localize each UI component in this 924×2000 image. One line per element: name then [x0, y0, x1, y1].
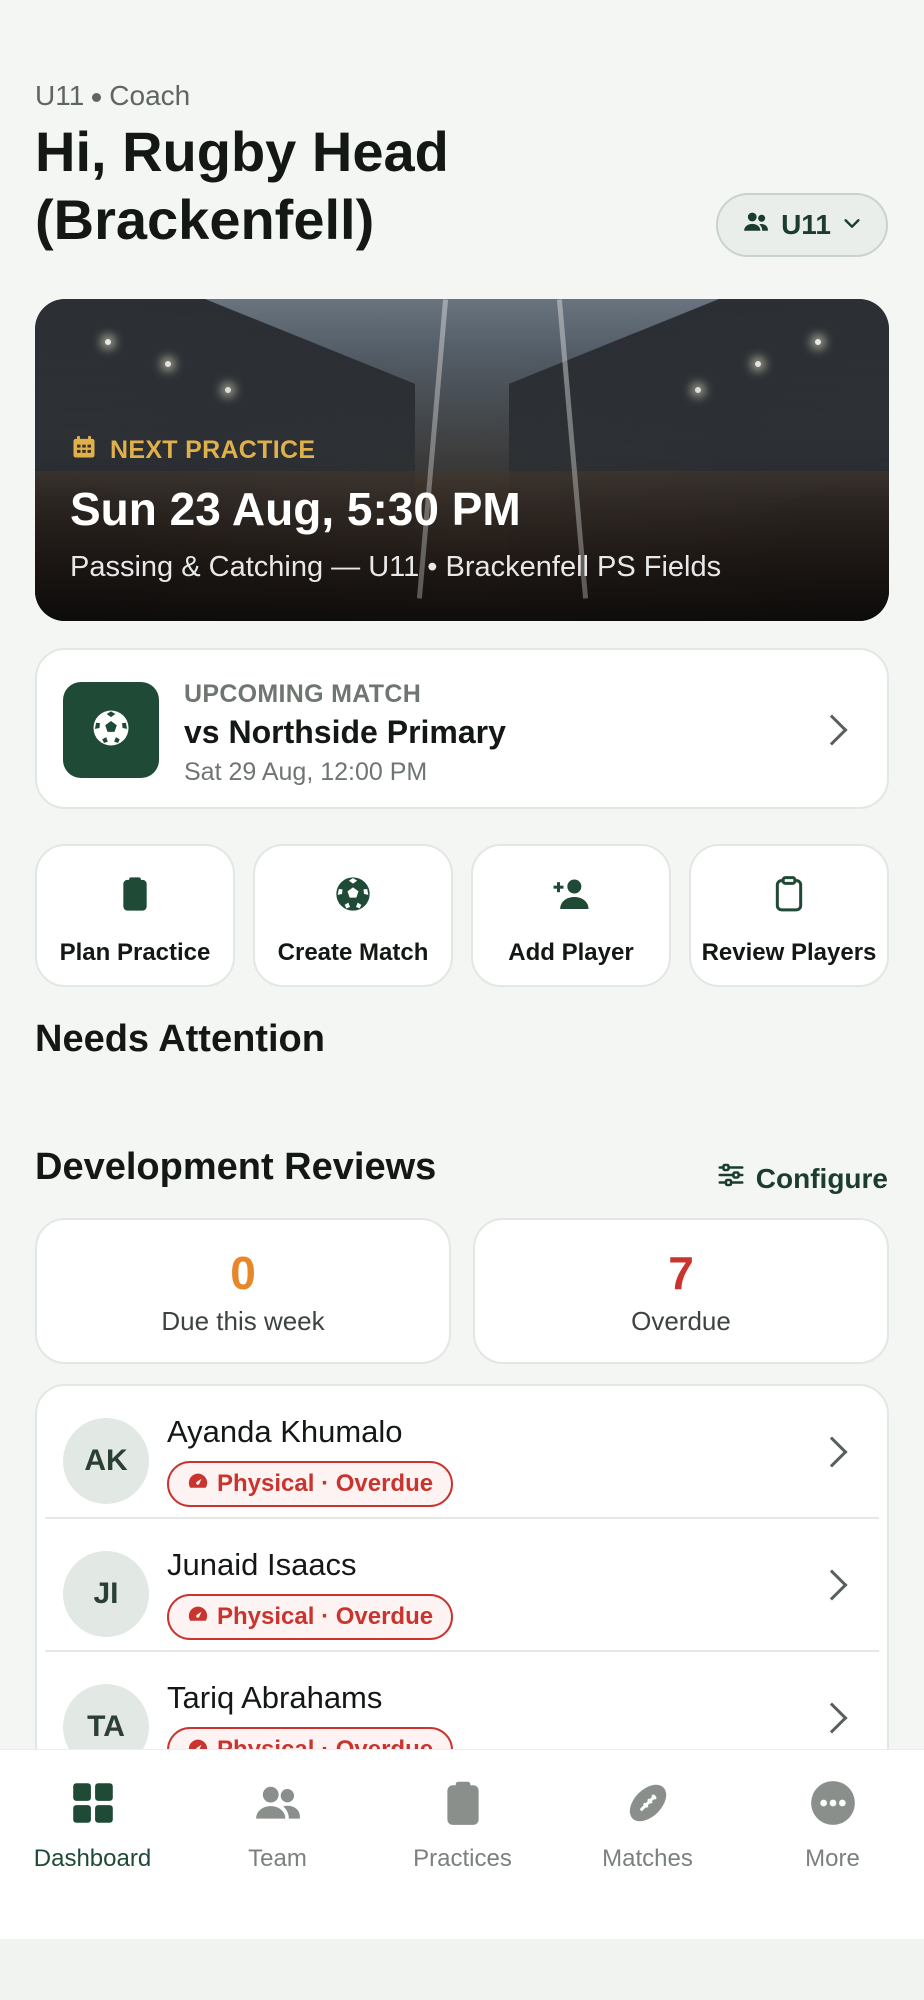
next-practice-label: NEXT PRACTICE: [70, 433, 315, 468]
match-opponent: vs Northside Primary: [184, 714, 506, 750]
next-practice-datetime: Sun 23 Aug, 5:30 PM: [70, 483, 521, 535]
review-player-list: AK Ayanda Khumalo Physical · Overdue JI …: [35, 1384, 889, 1754]
player-name: Junaid Isaacs: [167, 1547, 357, 1582]
chevron-down-icon: [841, 209, 863, 241]
sliders-icon: [716, 1160, 746, 1197]
clipboard-icon: [438, 1778, 488, 1833]
upcoming-match-card[interactable]: UPCOMING MATCH vs Northside Primary Sat …: [35, 648, 889, 809]
dashboard-grid-icon: [68, 1778, 118, 1833]
due-this-week-stat[interactable]: 0 Due this week: [35, 1218, 451, 1364]
avatar: AK: [63, 1418, 149, 1504]
team-icon: [253, 1778, 303, 1833]
status-badge: Physical · Overdue: [167, 1461, 454, 1507]
plan-practice-button[interactable]: Plan Practice: [35, 844, 235, 987]
people-icon: [741, 207, 771, 244]
soccer-ball-icon: [90, 707, 132, 754]
nav-matches[interactable]: Matches: [555, 1778, 740, 1873]
soccer-ball-icon: [333, 846, 373, 919]
team-selector[interactable]: U11: [716, 193, 888, 257]
upcoming-match-label: UPCOMING MATCH: [184, 680, 422, 708]
system-bar-area: [0, 1939, 924, 2000]
team-role-label: U11 Coach: [35, 80, 191, 111]
chevron-right-icon: [816, 714, 848, 746]
match-icon-tile: [63, 682, 159, 778]
nav-dashboard[interactable]: Dashboard: [0, 1778, 185, 1873]
greeting-title: Hi, Rugby Head (Brackenfell): [35, 120, 449, 251]
add-person-icon: [551, 846, 591, 919]
chevron-right-icon: [816, 1702, 848, 1734]
list-item[interactable]: JI Junaid Isaacs Physical · Overdue: [37, 1519, 887, 1652]
clipboard-outline-icon: [769, 846, 809, 919]
player-name: Ayanda Khumalo: [167, 1414, 403, 1449]
speedometer-icon: [187, 1470, 209, 1499]
avatar: JI: [63, 1551, 149, 1637]
chevron-right-icon: [816, 1436, 848, 1468]
list-item[interactable]: TA Tariq Abrahams Physical · Overdue: [37, 1652, 887, 1752]
add-player-button[interactable]: Add Player: [471, 844, 671, 987]
match-datetime: Sat 29 Aug, 12:00 PM: [184, 758, 428, 786]
dashboard-screen: U11 Coach Hi, Rugby Head (Brackenfell) U1…: [0, 0, 924, 2000]
needs-attention-heading: Needs Attention: [35, 1018, 325, 1060]
separator-dot: [92, 93, 102, 103]
calendar-icon: [70, 433, 98, 468]
list-item[interactable]: AK Ayanda Khumalo Physical · Overdue: [37, 1386, 887, 1519]
next-practice-card[interactable]: NEXT PRACTICE Sun 23 Aug, 5:30 PM Passin…: [35, 299, 889, 621]
overdue-label: Overdue: [631, 1306, 731, 1336]
configure-button[interactable]: Configure: [716, 1160, 888, 1197]
player-name: Tariq Abrahams: [167, 1680, 383, 1715]
chevron-right-icon: [816, 1569, 848, 1601]
bottom-nav: Dashboard Team Practices Matches More: [0, 1749, 924, 1939]
nav-more[interactable]: More: [740, 1778, 924, 1873]
due-count: 0: [230, 1247, 256, 1299]
speedometer-icon: [187, 1603, 209, 1632]
nav-practices[interactable]: Practices: [370, 1778, 555, 1873]
overdue-stat[interactable]: 7 Overdue: [473, 1218, 889, 1364]
development-reviews-heading: Development Reviews: [35, 1146, 437, 1188]
clipboard-icon: [115, 846, 155, 919]
overdue-count: 7: [668, 1247, 694, 1299]
avatar: TA: [63, 1684, 149, 1752]
team-selector-label: U11: [781, 209, 831, 240]
nav-team[interactable]: Team: [185, 1778, 370, 1873]
rugby-ball-icon: [623, 1778, 673, 1833]
more-dots-icon: [808, 1778, 858, 1833]
review-players-button[interactable]: Review Players: [689, 844, 889, 987]
next-practice-details: Passing & Catching — U11 • Brackenfell P…: [70, 551, 722, 583]
due-label: Due this week: [161, 1306, 325, 1336]
create-match-button[interactable]: Create Match: [253, 844, 453, 987]
status-badge: Physical · Overdue: [167, 1594, 454, 1640]
